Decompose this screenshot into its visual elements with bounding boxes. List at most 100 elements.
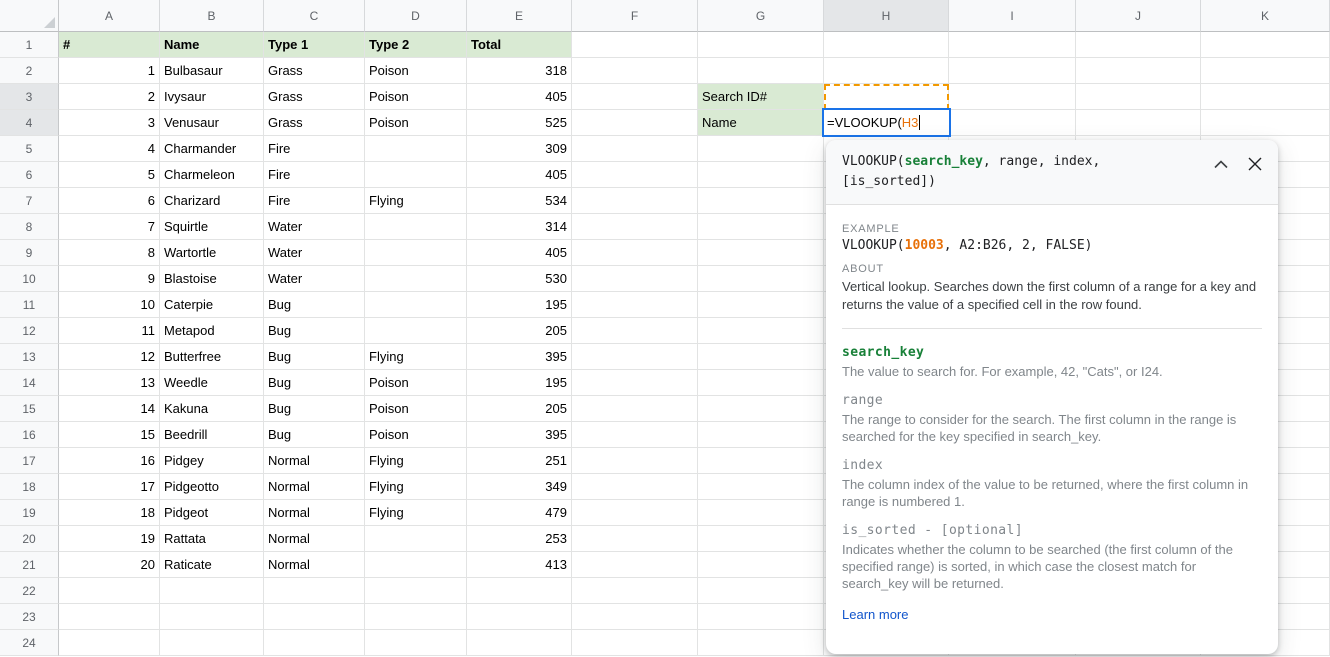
cell-D8[interactable] — [365, 214, 467, 240]
cell-F10[interactable] — [572, 266, 698, 292]
cell-F22[interactable] — [572, 578, 698, 604]
cell-G18[interactable] — [698, 474, 824, 500]
row-header-9[interactable]: 9 — [0, 240, 59, 266]
cell-D22[interactable] — [365, 578, 467, 604]
cell-J4[interactable] — [1076, 110, 1201, 136]
cell-D16[interactable]: Poison — [365, 422, 467, 448]
cell-G4[interactable]: Name — [698, 110, 824, 136]
cell-I1[interactable] — [949, 32, 1076, 58]
cell-F13[interactable] — [572, 344, 698, 370]
cell-F19[interactable] — [572, 500, 698, 526]
cell-B18[interactable]: Pidgeotto — [160, 474, 264, 500]
cell-A12[interactable]: 11 — [59, 318, 160, 344]
row-header-14[interactable]: 14 — [0, 370, 59, 396]
cell-E17[interactable]: 251 — [467, 448, 572, 474]
cell-C9[interactable]: Water — [264, 240, 365, 266]
cell-H2[interactable] — [824, 58, 949, 84]
cell-E16[interactable]: 395 — [467, 422, 572, 448]
cell-A19[interactable]: 18 — [59, 500, 160, 526]
cell-D12[interactable] — [365, 318, 467, 344]
cell-G16[interactable] — [698, 422, 824, 448]
cell-D7[interactable]: Flying — [365, 188, 467, 214]
column-header-K[interactable]: K — [1201, 0, 1330, 32]
cell-F6[interactable] — [572, 162, 698, 188]
cell-A20[interactable]: 19 — [59, 526, 160, 552]
cell-F1[interactable] — [572, 32, 698, 58]
cell-F4[interactable] — [572, 110, 698, 136]
cell-G21[interactable] — [698, 552, 824, 578]
cell-C3[interactable]: Grass — [264, 84, 365, 110]
cell-F8[interactable] — [572, 214, 698, 240]
cell-A24[interactable] — [59, 630, 160, 656]
cell-F2[interactable] — [572, 58, 698, 84]
cell-C21[interactable]: Normal — [264, 552, 365, 578]
cell-E14[interactable]: 195 — [467, 370, 572, 396]
cell-G13[interactable] — [698, 344, 824, 370]
cell-D6[interactable] — [365, 162, 467, 188]
cell-E4[interactable]: 525 — [467, 110, 572, 136]
cell-F5[interactable] — [572, 136, 698, 162]
cell-E22[interactable] — [467, 578, 572, 604]
cell-K2[interactable] — [1201, 58, 1330, 84]
cell-E18[interactable]: 349 — [467, 474, 572, 500]
cell-D19[interactable]: Flying — [365, 500, 467, 526]
cell-A1[interactable]: # — [59, 32, 160, 58]
cell-A11[interactable]: 10 — [59, 292, 160, 318]
close-icon[interactable] — [1246, 155, 1264, 173]
column-header-F[interactable]: F — [572, 0, 698, 32]
cell-K3[interactable] — [1201, 84, 1330, 110]
cell-G12[interactable] — [698, 318, 824, 344]
cell-E1[interactable]: Total — [467, 32, 572, 58]
column-header-I[interactable]: I — [949, 0, 1076, 32]
cell-D18[interactable]: Flying — [365, 474, 467, 500]
cell-A3[interactable]: 2 — [59, 84, 160, 110]
cell-B9[interactable]: Wartortle — [160, 240, 264, 266]
cell-C11[interactable]: Bug — [264, 292, 365, 318]
cell-C20[interactable]: Normal — [264, 526, 365, 552]
cell-B8[interactable]: Squirtle — [160, 214, 264, 240]
cell-B5[interactable]: Charmander — [160, 136, 264, 162]
cell-D1[interactable]: Type 2 — [365, 32, 467, 58]
cell-B2[interactable]: Bulbasaur — [160, 58, 264, 84]
cell-E13[interactable]: 395 — [467, 344, 572, 370]
cell-A16[interactable]: 15 — [59, 422, 160, 448]
cell-D2[interactable]: Poison — [365, 58, 467, 84]
cell-D5[interactable] — [365, 136, 467, 162]
cell-C2[interactable]: Grass — [264, 58, 365, 84]
cell-B6[interactable]: Charmeleon — [160, 162, 264, 188]
cell-E24[interactable] — [467, 630, 572, 656]
cell-A4[interactable]: 3 — [59, 110, 160, 136]
cell-G2[interactable] — [698, 58, 824, 84]
column-header-A[interactable]: A — [59, 0, 160, 32]
cell-E10[interactable]: 530 — [467, 266, 572, 292]
row-header-4[interactable]: 4 — [0, 110, 59, 136]
cell-G9[interactable] — [698, 240, 824, 266]
cell-B7[interactable]: Charizard — [160, 188, 264, 214]
cell-E5[interactable]: 309 — [467, 136, 572, 162]
cell-A17[interactable]: 16 — [59, 448, 160, 474]
cell-F23[interactable] — [572, 604, 698, 630]
column-header-G[interactable]: G — [698, 0, 824, 32]
cell-H3[interactable] — [824, 84, 949, 110]
cell-E7[interactable]: 534 — [467, 188, 572, 214]
column-header-D[interactable]: D — [365, 0, 467, 32]
cell-F20[interactable] — [572, 526, 698, 552]
cell-F11[interactable] — [572, 292, 698, 318]
select-all-corner[interactable] — [0, 0, 59, 32]
cell-B11[interactable]: Caterpie — [160, 292, 264, 318]
cell-A5[interactable]: 4 — [59, 136, 160, 162]
cell-C15[interactable]: Bug — [264, 396, 365, 422]
cell-B17[interactable]: Pidgey — [160, 448, 264, 474]
cell-D23[interactable] — [365, 604, 467, 630]
cell-A14[interactable]: 13 — [59, 370, 160, 396]
cell-A22[interactable] — [59, 578, 160, 604]
row-header-12[interactable]: 12 — [0, 318, 59, 344]
cell-C4[interactable]: Grass — [264, 110, 365, 136]
cell-I2[interactable] — [949, 58, 1076, 84]
cell-A9[interactable]: 8 — [59, 240, 160, 266]
cell-J2[interactable] — [1076, 58, 1201, 84]
cell-G6[interactable] — [698, 162, 824, 188]
row-header-2[interactable]: 2 — [0, 58, 59, 84]
cell-D4[interactable]: Poison — [365, 110, 467, 136]
cell-G3[interactable]: Search ID# — [698, 84, 824, 110]
